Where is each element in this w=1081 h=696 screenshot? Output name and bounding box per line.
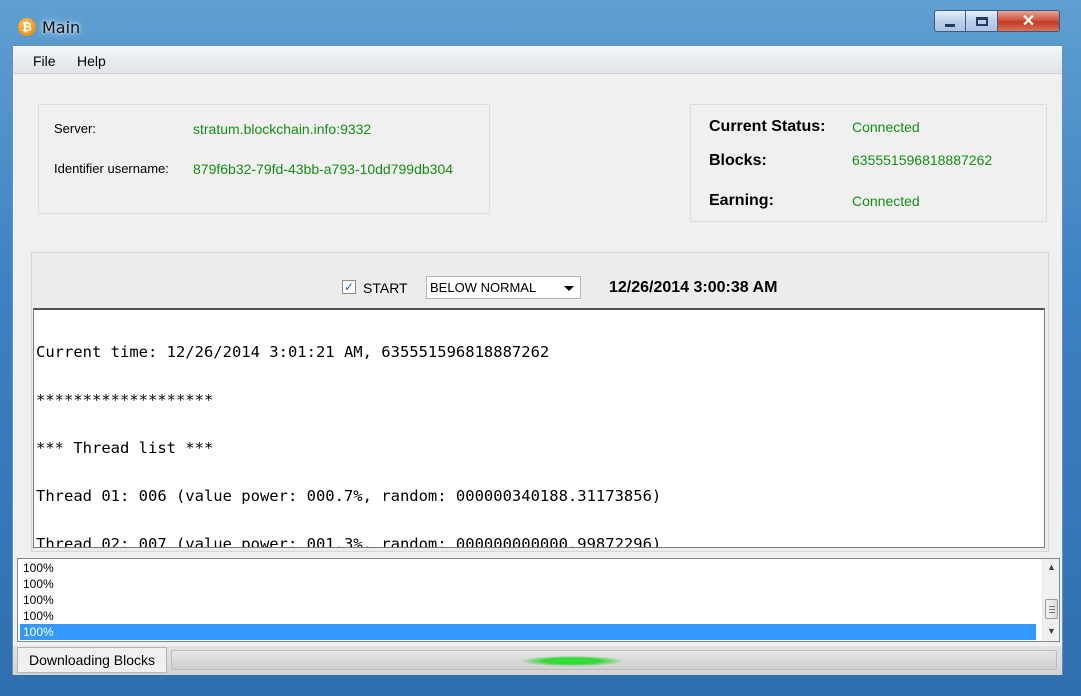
status-panel: Current Status: Connected Blocks: 635551… bbox=[690, 104, 1047, 222]
priority-selected-value: BELOW NORMAL bbox=[430, 280, 537, 295]
console-line: Thread 01: 006 (value power: 000.7%, ran… bbox=[36, 487, 662, 505]
identifier-value: 879f6b32-79fd-43bb-a793-10dd799db304 bbox=[193, 161, 454, 177]
earning-label: Earning: bbox=[709, 192, 774, 209]
current-status-value: Connected bbox=[852, 119, 920, 135]
current-datetime: 12/26/2014 3:00:38 AM bbox=[609, 279, 778, 296]
list-item[interactable]: 100% bbox=[20, 576, 1036, 592]
identifier-label: Identifier username: bbox=[54, 161, 169, 176]
scroll-thumb[interactable] bbox=[1045, 599, 1058, 619]
close-icon: ✕ bbox=[1021, 13, 1036, 30]
priority-select[interactable]: BELOW NORMAL bbox=[426, 276, 581, 299]
main-window-client: File Help Server: stratum.blockchain.inf… bbox=[12, 45, 1063, 675]
grip-line bbox=[1049, 606, 1055, 607]
blocks-value: 635551596818887262 bbox=[852, 152, 993, 168]
server-value: stratum.blockchain.info:9332 bbox=[193, 121, 372, 137]
minimize-icon bbox=[945, 23, 955, 27]
minimize-button[interactable] bbox=[934, 10, 966, 32]
grip-line bbox=[1049, 612, 1055, 613]
menu-help[interactable]: Help bbox=[77, 53, 106, 69]
maximize-icon bbox=[975, 16, 988, 26]
menu-bar: File Help bbox=[13, 46, 1062, 74]
current-status-label: Current Status: bbox=[709, 118, 826, 135]
vertical-scrollbar[interactable]: ▲ ▼ bbox=[1042, 559, 1059, 641]
close-button[interactable]: ✕ bbox=[998, 10, 1060, 32]
window-controls: ✕ bbox=[934, 10, 1060, 34]
console-lines: Current time: 12/26/2014 3:01:21 AM, 635… bbox=[36, 312, 662, 548]
status-bar: Downloading Blocks bbox=[13, 646, 1062, 675]
checkmark-icon: ✓ bbox=[343, 280, 355, 294]
list-item[interactable]: 100% bbox=[20, 560, 1036, 576]
server-label: Server: bbox=[54, 121, 96, 136]
console-line: Thread 02: 007 (value power: 001.3%, ran… bbox=[36, 535, 662, 548]
grip-line bbox=[1049, 609, 1055, 610]
window-title: Main bbox=[42, 18, 81, 37]
bitcoin-icon: ₿ bbox=[18, 18, 36, 36]
scroll-up-icon[interactable]: ▲ bbox=[1043, 559, 1060, 576]
start-checkbox-label[interactable]: START bbox=[363, 280, 408, 296]
console-line: Current time: 12/26/2014 3:01:21 AM, 635… bbox=[36, 343, 550, 361]
progress-log-list[interactable]: 100% 100% 100% 100% 100% ▲ ▼ bbox=[17, 558, 1060, 642]
status-label: Downloading Blocks bbox=[17, 647, 167, 673]
console-output[interactable]: Current time: 12/26/2014 3:01:21 AM, 635… bbox=[33, 308, 1045, 548]
list-item[interactable]: 100% bbox=[20, 608, 1036, 624]
list-item-selected[interactable]: 100% bbox=[20, 624, 1036, 640]
marquee-progress-bar bbox=[171, 650, 1057, 670]
chevron-down-icon bbox=[564, 286, 574, 291]
maximize-button[interactable] bbox=[966, 10, 998, 32]
blocks-label: Blocks: bbox=[709, 152, 767, 169]
menu-file[interactable]: File bbox=[33, 53, 56, 69]
list-item[interactable]: 100% bbox=[20, 592, 1036, 608]
console-line: ******************* bbox=[36, 391, 214, 409]
title-bar[interactable]: ₿ Main ✕ bbox=[0, 0, 1081, 44]
progress-marquee-glow bbox=[522, 656, 622, 666]
start-checkbox[interactable]: ✓ bbox=[342, 280, 356, 294]
scroll-down-icon[interactable]: ▼ bbox=[1043, 623, 1060, 640]
server-info-panel: Server: stratum.blockchain.info:9332 Ide… bbox=[38, 104, 490, 214]
earning-value: Connected bbox=[852, 193, 920, 209]
console-line: *** Thread list *** bbox=[36, 439, 214, 457]
